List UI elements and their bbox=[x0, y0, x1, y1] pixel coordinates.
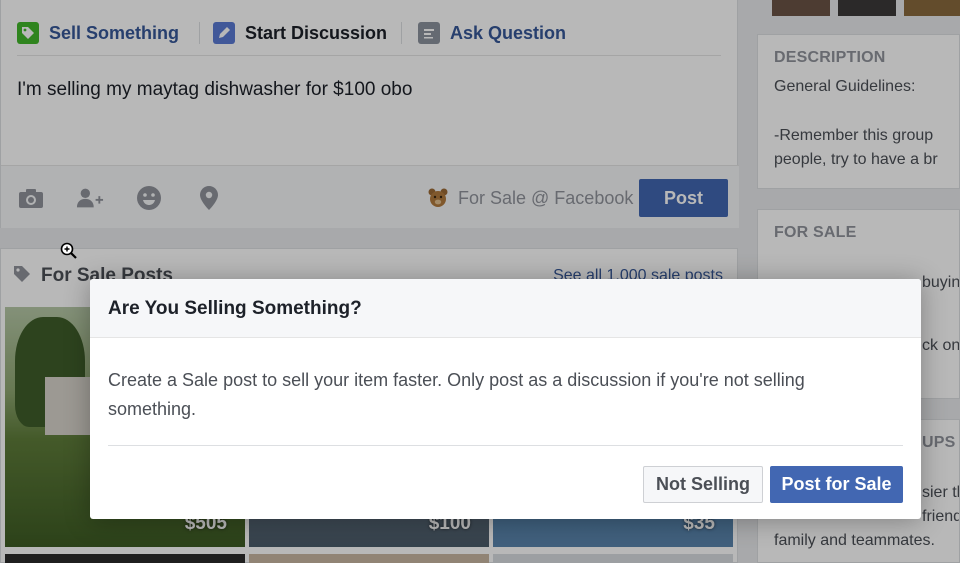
post-for-sale-button[interactable]: Post for Sale bbox=[770, 466, 903, 503]
zoom-cursor-icon bbox=[60, 242, 78, 260]
selling-confirmation-dialog: Are You Selling Something? Create a Sale… bbox=[90, 279, 921, 519]
dialog-header: Are You Selling Something? bbox=[90, 279, 921, 338]
dialog-divider bbox=[108, 445, 903, 446]
dialog-title: Are You Selling Something? bbox=[108, 298, 362, 319]
not-selling-button[interactable]: Not Selling bbox=[643, 466, 763, 503]
dialog-body: Create a Sale post to sell your item fas… bbox=[108, 370, 805, 419]
